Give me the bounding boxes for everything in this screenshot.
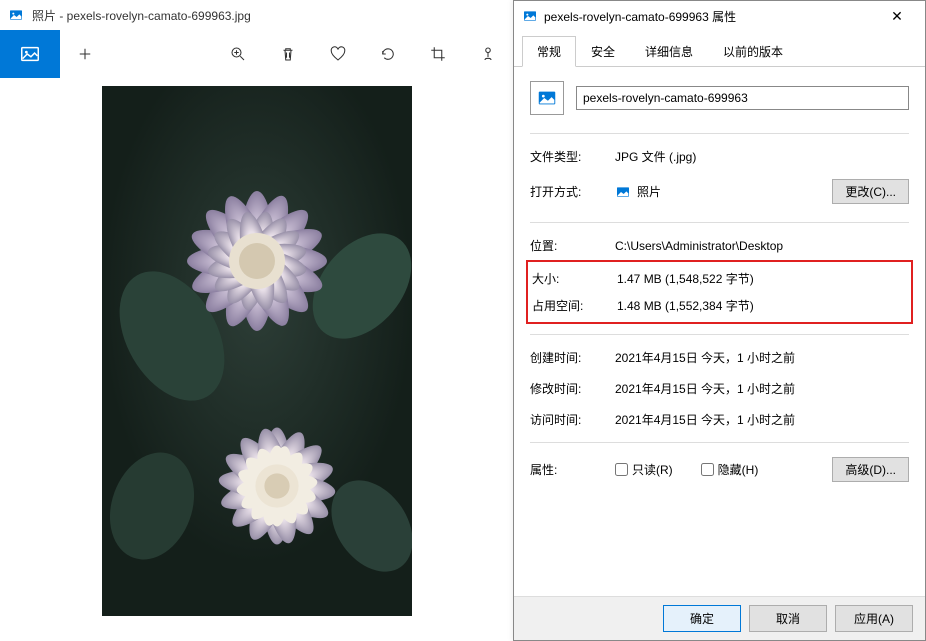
- view-image-button[interactable]: [0, 30, 60, 78]
- size-label: 大小:: [532, 270, 617, 287]
- location-value: C:\Users\Administrator\Desktop: [615, 239, 909, 253]
- photos-window-title: 照片 - pexels-rovelyn-camato-699963.jpg: [32, 7, 251, 24]
- separator: [530, 334, 909, 335]
- readonly-checkbox[interactable]: 只读(R): [615, 461, 673, 478]
- dialog-footer: 确定 取消 应用(A): [514, 596, 925, 640]
- modified-label: 修改时间:: [530, 380, 615, 397]
- properties-title: pexels-rovelyn-camato-699963 属性: [544, 8, 877, 25]
- accessed-label: 访问时间:: [530, 411, 615, 428]
- tab-security[interactable]: 安全: [576, 36, 630, 67]
- add-button[interactable]: [60, 30, 110, 78]
- modified-value: 2021年4月15日 今天，1 小时之前: [615, 380, 909, 397]
- readonly-checkbox-input[interactable]: [615, 463, 628, 476]
- properties-dialog: pexels-rovelyn-camato-699963 属性 ✕ 常规 安全 …: [513, 0, 926, 641]
- openwith-value: 照片: [637, 183, 661, 200]
- hidden-checkbox-input[interactable]: [701, 463, 714, 476]
- filetype-label: 文件类型:: [530, 148, 615, 165]
- location-label: 位置:: [530, 237, 615, 254]
- openwith-label: 打开方式:: [530, 183, 615, 200]
- separator: [530, 222, 909, 223]
- separator: [530, 442, 909, 443]
- hidden-label: 隐藏(H): [718, 461, 759, 478]
- ok-button[interactable]: 确定: [663, 605, 741, 632]
- edit-button[interactable]: [463, 30, 513, 78]
- accessed-value: 2021年4月15日 今天，1 小时之前: [615, 411, 909, 428]
- change-app-button[interactable]: 更改(C)...: [832, 179, 909, 204]
- properties-titlebar: pexels-rovelyn-camato-699963 属性 ✕: [514, 1, 925, 31]
- disksize-label: 占用空间:: [532, 297, 617, 314]
- hidden-checkbox[interactable]: 隐藏(H): [701, 461, 759, 478]
- attributes-label: 属性:: [530, 461, 615, 478]
- file-image-icon: [522, 8, 538, 24]
- properties-body: 文件类型: JPG 文件 (.jpg) 打开方式: 照片 更改(C)... 位置…: [514, 67, 925, 492]
- disksize-value: 1.48 MB (1,552,384 字节): [617, 297, 907, 314]
- created-value: 2021年4月15日 今天，1 小时之前: [615, 349, 909, 366]
- cancel-button[interactable]: 取消: [749, 605, 827, 632]
- photos-app-icon: [8, 7, 24, 23]
- tab-general[interactable]: 常规: [522, 36, 576, 67]
- crop-button[interactable]: [413, 30, 463, 78]
- file-type-icon: [530, 81, 564, 115]
- filename-input[interactable]: [576, 86, 909, 110]
- apply-button[interactable]: 应用(A): [835, 605, 913, 632]
- zoom-button[interactable]: [213, 30, 263, 78]
- displayed-photo: [102, 86, 412, 616]
- size-value: 1.47 MB (1,548,522 字节): [617, 270, 907, 287]
- close-button[interactable]: ✕: [877, 8, 917, 25]
- delete-button[interactable]: [263, 30, 313, 78]
- created-label: 创建时间:: [530, 349, 615, 366]
- favorite-button[interactable]: [313, 30, 363, 78]
- photo-viewport: [0, 78, 513, 641]
- photos-app-window: 照片 - pexels-rovelyn-camato-699963.jpg: [0, 0, 513, 641]
- rotate-button[interactable]: [363, 30, 413, 78]
- photos-titlebar: 照片 - pexels-rovelyn-camato-699963.jpg: [0, 0, 513, 30]
- advanced-button[interactable]: 高级(D)...: [832, 457, 909, 482]
- readonly-label: 只读(R): [632, 461, 673, 478]
- properties-tabs: 常规 安全 详细信息 以前的版本: [514, 31, 925, 67]
- tab-previous-versions[interactable]: 以前的版本: [708, 36, 798, 67]
- size-highlight-box: 大小: 1.47 MB (1,548,522 字节) 占用空间: 1.48 MB…: [526, 260, 913, 324]
- photos-app-small-icon: [615, 184, 631, 200]
- photos-toolbar: [0, 30, 513, 78]
- tab-details[interactable]: 详细信息: [630, 36, 708, 67]
- separator: [530, 133, 909, 134]
- filetype-value: JPG 文件 (.jpg): [615, 148, 909, 165]
